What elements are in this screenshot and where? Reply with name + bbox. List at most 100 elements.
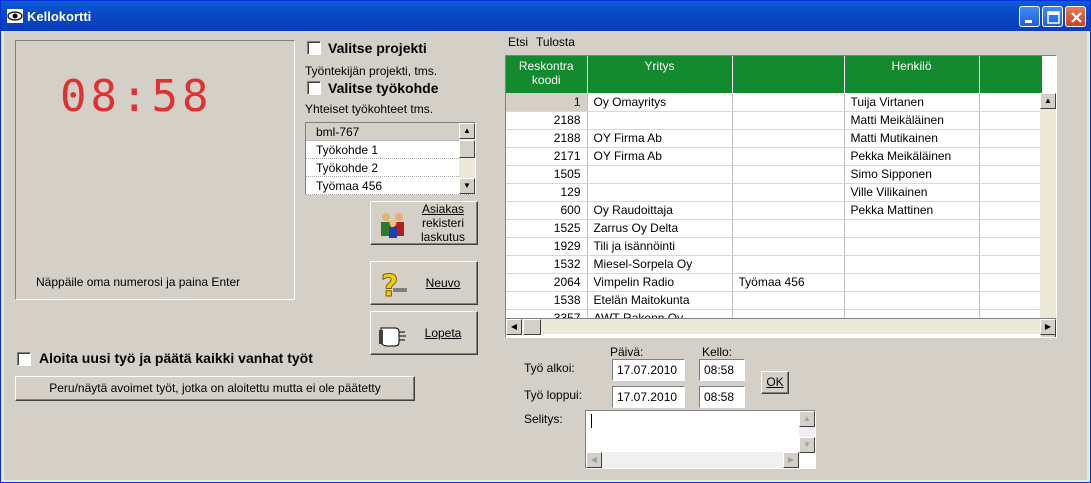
table-cell[interactable] — [732, 183, 845, 202]
scroll-down-arrow-icon[interactable]: ▼ — [459, 178, 475, 194]
close-button[interactable] — [1065, 6, 1086, 27]
note-textarea[interactable]: ▲ ▼ ◀ ▶ — [585, 410, 816, 469]
table-cell[interactable]: 1 — [506, 93, 588, 112]
table-cell[interactable]: OY Firma Ab — [587, 147, 733, 166]
note-horizontal-scrollbar[interactable]: ◀ ▶ — [586, 452, 799, 468]
table-cell[interactable] — [732, 165, 845, 184]
scroll-thumb[interactable] — [523, 319, 541, 335]
start-time-field[interactable]: 08:58 — [699, 359, 745, 381]
scroll-down-arrow-icon[interactable]: ▼ — [799, 437, 815, 453]
table-row[interactable]: 1532 Miesel-Sorpela Oy — [506, 255, 1043, 274]
table-cell[interactable]: OY Firma Ab — [587, 129, 733, 148]
table-cell[interactable] — [979, 201, 1043, 220]
table-row[interactable]: 2188 OY Firma Ab Matti Mutikainen — [506, 129, 1043, 148]
table-cell[interactable] — [979, 255, 1043, 274]
quit-button[interactable]: Lopeta — [370, 311, 478, 355]
table-cell[interactable] — [844, 255, 980, 274]
table-cell[interactable]: Oy Raudoittaja — [587, 201, 733, 220]
table-cell[interactable]: Vimpelin Radio — [587, 273, 733, 292]
table-row[interactable]: 129 Ville Vilikainen — [506, 183, 1043, 202]
select-worksite-checkbox[interactable] — [307, 81, 321, 95]
table-cell[interactable]: 1525 — [506, 219, 588, 238]
list-item[interactable]: Työmaa 456 — [306, 177, 475, 195]
scroll-up-arrow-icon[interactable]: ▲ — [1040, 93, 1056, 109]
table-cell[interactable]: Simo Sipponen — [844, 165, 980, 184]
table-cell[interactable] — [979, 165, 1043, 184]
grid-column-header[interactable]: Henkilö — [844, 56, 980, 93]
table-cell[interactable]: Miesel-Sorpela Oy — [587, 255, 733, 274]
table-cell[interactable]: Pekka Meikäläinen — [844, 147, 980, 166]
table-row[interactable]: 1538 Etelän Maitokunta — [506, 291, 1043, 310]
grid-column-header[interactable]: Yritys — [587, 56, 733, 93]
table-cell[interactable]: Etelän Maitokunta — [587, 291, 733, 310]
table-row[interactable]: 1929 Tili ja isännöinti — [506, 237, 1043, 256]
title-bar[interactable]: Kellokortti — [1, 1, 1090, 31]
table-cell[interactable] — [979, 111, 1043, 130]
grid-column-header[interactable]: Reskontra koodi — [506, 56, 588, 93]
maximize-button[interactable] — [1042, 6, 1063, 27]
table-cell[interactable] — [979, 273, 1043, 292]
table-row[interactable]: 1525 Zarrus Oy Delta — [506, 219, 1043, 238]
select-project-checkbox[interactable] — [307, 41, 321, 55]
start-new-job-checkbox[interactable] — [17, 352, 31, 366]
table-cell[interactable]: Tuija Virtanen — [844, 93, 980, 112]
note-vertical-scrollbar[interactable]: ▲ ▼ — [799, 411, 815, 453]
table-cell[interactable] — [844, 273, 980, 292]
table-cell[interactable]: 1505 — [506, 165, 588, 184]
table-row[interactable]: 600 Oy Raudoittaja Pekka Mattinen — [506, 201, 1043, 220]
grid-column-header[interactable] — [979, 56, 1043, 93]
table-cell[interactable] — [587, 165, 733, 184]
scroll-right-arrow-icon[interactable]: ▶ — [1040, 319, 1056, 335]
table-cell[interactable] — [979, 237, 1043, 256]
table-cell[interactable] — [732, 237, 845, 256]
end-date-field[interactable]: 17.07.2010 — [612, 386, 685, 408]
start-date-field[interactable]: 17.07.2010 — [612, 359, 685, 381]
table-cell[interactable] — [979, 291, 1043, 310]
table-cell[interactable] — [732, 291, 845, 310]
table-cell[interactable]: 1532 — [506, 255, 588, 274]
table-cell[interactable] — [979, 129, 1043, 148]
table-cell[interactable] — [979, 147, 1043, 166]
table-cell[interactable]: Matti Mutikainen — [844, 129, 980, 148]
table-cell[interactable]: Ville Vilikainen — [844, 183, 980, 202]
table-cell[interactable] — [587, 183, 733, 202]
table-row[interactable]: 2188 Matti Meikäläinen — [506, 111, 1043, 130]
grid-vertical-scrollbar[interactable]: ▲ ▼ — [1040, 93, 1056, 337]
scroll-left-arrow-icon[interactable]: ◀ — [506, 319, 522, 335]
list-item[interactable]: Työkohde 2 — [306, 159, 475, 177]
grid-horizontal-scrollbar[interactable]: ◀ ▶ — [505, 318, 1057, 335]
table-cell[interactable] — [844, 291, 980, 310]
grid-column-header[interactable] — [732, 56, 845, 93]
table-cell[interactable] — [587, 111, 733, 130]
table-cell[interactable] — [979, 219, 1043, 238]
show-open-jobs-button[interactable]: Peru/näytä avoimet työt, jotka on aloite… — [15, 376, 415, 401]
scroll-right-arrow-icon[interactable]: ▶ — [783, 452, 799, 468]
minimize-button[interactable] — [1019, 6, 1040, 27]
table-row[interactable]: 2171 OY Firma Ab Pekka Meikäläinen — [506, 147, 1043, 166]
table-cell[interactable]: Pekka Mattinen — [844, 201, 980, 220]
list-item[interactable]: bml-767 — [306, 123, 475, 141]
table-row[interactable]: 1505 Simo Sipponen — [506, 165, 1043, 184]
customer-register-button[interactable]: Asiakas rekisteri laskutus — [370, 201, 478, 245]
listbox-scrollbar[interactable]: ▲ ▼ — [459, 123, 475, 194]
customer-grid[interactable]: Reskontra koodi Yritys Henkilö 1 Oy Omayrity… — [505, 55, 1057, 338]
table-cell[interactable] — [732, 255, 845, 274]
table-cell[interactable] — [979, 93, 1043, 112]
table-cell[interactable] — [732, 201, 845, 220]
table-cell[interactable] — [732, 111, 845, 130]
table-cell[interactable]: Zarrus Oy Delta — [587, 219, 733, 238]
table-cell[interactable]: 2188 — [506, 129, 588, 148]
scroll-thumb[interactable] — [459, 140, 475, 158]
table-cell[interactable] — [979, 183, 1043, 202]
menu-print[interactable]: Tulosta — [536, 35, 575, 49]
table-cell[interactable]: 129 — [506, 183, 588, 202]
list-item[interactable]: Työkohde 1 — [306, 141, 475, 159]
table-cell[interactable] — [732, 147, 845, 166]
worksite-listbox[interactable]: bml-767 Työkohde 1 Työkohde 2 Työmaa 456… — [305, 122, 476, 195]
end-time-field[interactable]: 08:58 — [699, 386, 745, 408]
advice-button[interactable]: ? Neuvo — [370, 261, 478, 305]
table-cell[interactable]: Työmaa 456 — [732, 273, 845, 292]
table-row[interactable]: 2064 Vimpelin Radio Työmaa 456 — [506, 273, 1043, 292]
table-cell[interactable]: 2171 — [506, 147, 588, 166]
table-cell[interactable] — [844, 219, 980, 238]
